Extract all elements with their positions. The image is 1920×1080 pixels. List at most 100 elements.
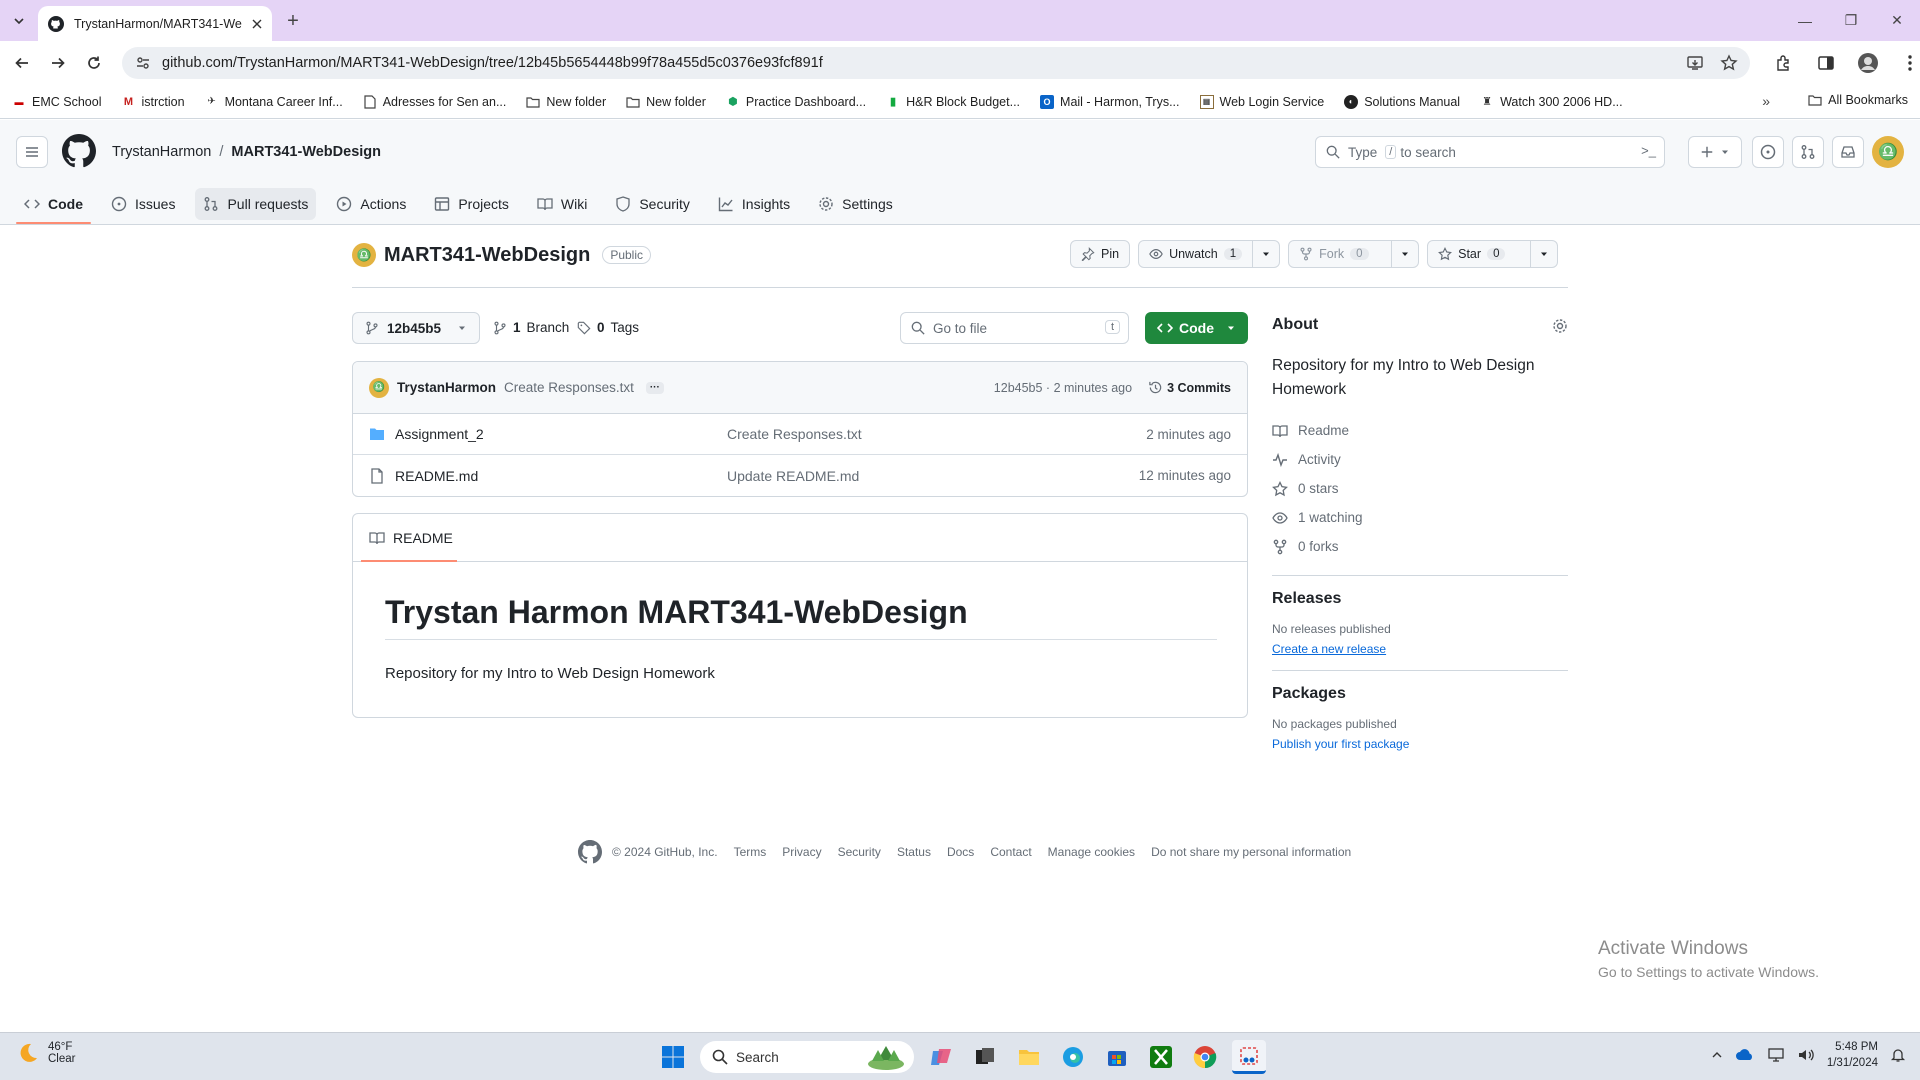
bookmark-item[interactable]: ▦ Web Login Service bbox=[1199, 94, 1324, 109]
bookmarks-overflow-button[interactable]: » bbox=[1762, 93, 1770, 109]
footer-link[interactable]: Manage cookies bbox=[1048, 845, 1135, 859]
bookmark-item[interactable]: ▬ EMC School bbox=[12, 95, 102, 109]
tab-code[interactable]: Code bbox=[16, 184, 91, 224]
bookmark-item[interactable]: ◐ Solutions Manual bbox=[1344, 94, 1460, 109]
packages-title[interactable]: Packages bbox=[1272, 685, 1568, 703]
close-icon[interactable] bbox=[252, 19, 262, 29]
onedrive-icon[interactable] bbox=[1735, 1047, 1755, 1063]
tab-pull-requests[interactable]: Pull requests bbox=[195, 188, 317, 220]
tab-insights[interactable]: Insights bbox=[710, 184, 798, 224]
watch-dropdown[interactable] bbox=[1253, 240, 1281, 268]
footer-link[interactable]: Contact bbox=[990, 845, 1031, 859]
xbox-app[interactable] bbox=[1144, 1040, 1178, 1074]
command-palette-icon[interactable]: >_ bbox=[1641, 143, 1656, 158]
commit-expand-button[interactable]: ··· bbox=[645, 381, 664, 394]
tab-wiki[interactable]: Wiki bbox=[529, 184, 595, 224]
footer-link[interactable]: Status bbox=[897, 845, 931, 859]
taskbar-search[interactable]: Search bbox=[700, 1041, 914, 1073]
tab-issues[interactable]: Issues bbox=[103, 184, 183, 224]
network-icon[interactable] bbox=[1767, 1047, 1785, 1063]
bookmark-item[interactable]: Mistrction bbox=[121, 95, 185, 109]
file-commit-message[interactable]: Create Responses.txt bbox=[727, 426, 862, 442]
global-menu-button[interactable] bbox=[16, 136, 48, 168]
footer-link[interactable]: Docs bbox=[947, 845, 974, 859]
bookmark-item[interactable]: New folder bbox=[526, 95, 606, 109]
bookmark-item[interactable]: ♜ Watch 300 2006 HD... bbox=[1480, 95, 1622, 109]
minimize-button[interactable]: — bbox=[1782, 0, 1828, 41]
tab-projects[interactable]: Projects bbox=[426, 184, 517, 224]
clock[interactable]: 5:48 PM 1/31/2024 bbox=[1827, 1039, 1878, 1071]
branches-link[interactable]: 1 Branch bbox=[493, 320, 569, 335]
tab-actions[interactable]: Actions bbox=[328, 184, 414, 224]
tab-settings[interactable]: Settings bbox=[810, 184, 901, 224]
bookmark-item[interactable]: New folder bbox=[626, 95, 706, 109]
repo-link[interactable]: MART341-WebDesign bbox=[231, 144, 381, 160]
new-tab-button[interactable]: + bbox=[280, 8, 306, 34]
owner-avatar[interactable]: ♎ bbox=[352, 243, 376, 267]
commits-link[interactable]: 3 Commits bbox=[1148, 380, 1231, 395]
file-explorer-app[interactable] bbox=[1012, 1040, 1046, 1074]
bookmark-item[interactable]: O Mail - Harmon, Trys... bbox=[1040, 94, 1180, 109]
chrome-app[interactable] bbox=[1188, 1040, 1222, 1074]
weather-widget[interactable]: 46°F Clear bbox=[16, 1041, 75, 1065]
footer-link[interactable]: Do not share my personal information bbox=[1151, 845, 1351, 859]
profile-button[interactable] bbox=[1854, 49, 1882, 77]
stars-link[interactable]: 0 stars bbox=[1272, 474, 1568, 503]
restore-button[interactable]: ❐ bbox=[1828, 0, 1874, 41]
issues-button[interactable] bbox=[1752, 136, 1784, 168]
tab-security[interactable]: Security bbox=[607, 184, 698, 224]
site-info-icon[interactable] bbox=[134, 55, 152, 71]
repo-name[interactable]: MART341-WebDesign bbox=[384, 244, 590, 267]
back-button[interactable] bbox=[8, 49, 36, 77]
github-logo-icon[interactable] bbox=[578, 840, 602, 864]
go-to-file-input[interactable]: Go to file t bbox=[900, 312, 1129, 344]
extensions-button[interactable] bbox=[1770, 49, 1798, 77]
edge-app[interactable] bbox=[1056, 1040, 1090, 1074]
commit-author[interactable]: TrystanHarmon bbox=[397, 380, 496, 395]
file-row[interactable]: README.md Update README.md 12 minutes ag… bbox=[353, 455, 1247, 496]
commit-message[interactable]: Create Responses.txt bbox=[504, 380, 634, 395]
github-logo-icon[interactable] bbox=[62, 134, 96, 168]
task-view-app[interactable] bbox=[968, 1040, 1002, 1074]
bookmark-item[interactable]: ⬢ Practice Dashboard... bbox=[726, 95, 866, 109]
star-button[interactable]: Star 0 bbox=[1427, 240, 1532, 268]
file-name[interactable]: Assignment_2 bbox=[395, 426, 727, 442]
gear-icon[interactable] bbox=[1552, 318, 1568, 334]
inbox-button[interactable] bbox=[1832, 136, 1864, 168]
fork-button[interactable]: Fork 0 bbox=[1288, 240, 1393, 268]
forks-link[interactable]: 0 forks bbox=[1272, 532, 1568, 561]
address-bar[interactable]: github.com/TrystanHarmon/MART341-WebDesi… bbox=[122, 47, 1750, 79]
readme-tab[interactable]: README bbox=[353, 514, 1247, 562]
owner-link[interactable]: TrystanHarmon bbox=[112, 144, 211, 160]
store-app[interactable] bbox=[1100, 1040, 1134, 1074]
bookmark-item[interactable]: ✈ Montana Career Inf... bbox=[205, 95, 342, 109]
user-avatar[interactable]: ♎ bbox=[1872, 136, 1904, 168]
unwatch-button[interactable]: Unwatch 1 bbox=[1138, 240, 1254, 268]
footer-link[interactable]: Security bbox=[838, 845, 881, 859]
bookmark-item[interactable]: Adresses for Sen an... bbox=[363, 95, 506, 109]
all-bookmarks-button[interactable]: All Bookmarks bbox=[1808, 93, 1908, 107]
chevron-up-icon[interactable] bbox=[1711, 1049, 1723, 1061]
activity-link[interactable]: Activity bbox=[1272, 445, 1568, 474]
create-new-button[interactable] bbox=[1688, 136, 1742, 168]
copilot-app[interactable] bbox=[924, 1040, 958, 1074]
pull-requests-button[interactable] bbox=[1792, 136, 1824, 168]
footer-link[interactable]: Terms bbox=[734, 845, 767, 859]
notification-bell-icon[interactable] bbox=[1890, 1047, 1906, 1063]
create-release-link[interactable]: Create a new release bbox=[1272, 642, 1568, 656]
file-row[interactable]: Assignment_2 Create Responses.txt 2 minu… bbox=[353, 414, 1247, 455]
search-input[interactable]: Type / to search >_ bbox=[1315, 136, 1665, 168]
snipping-tool-app[interactable] bbox=[1232, 1040, 1266, 1074]
file-commit-message[interactable]: Update README.md bbox=[727, 468, 859, 484]
star-dropdown[interactable] bbox=[1531, 240, 1559, 268]
window-close-button[interactable]: ✕ bbox=[1874, 0, 1920, 41]
tags-link[interactable]: 0 Tags bbox=[577, 320, 639, 335]
commit-sha-time[interactable]: 12b45b5 · 2 minutes ago bbox=[994, 381, 1132, 395]
code-button[interactable]: Code bbox=[1145, 312, 1248, 344]
forward-button[interactable] bbox=[44, 49, 72, 77]
readme-link[interactable]: Readme bbox=[1272, 416, 1568, 445]
footer-link[interactable]: Privacy bbox=[782, 845, 821, 859]
bookmark-star-icon[interactable] bbox=[1720, 54, 1738, 72]
commit-author-avatar[interactable]: ♎ bbox=[369, 377, 389, 398]
browser-menu-button[interactable] bbox=[1896, 49, 1920, 77]
